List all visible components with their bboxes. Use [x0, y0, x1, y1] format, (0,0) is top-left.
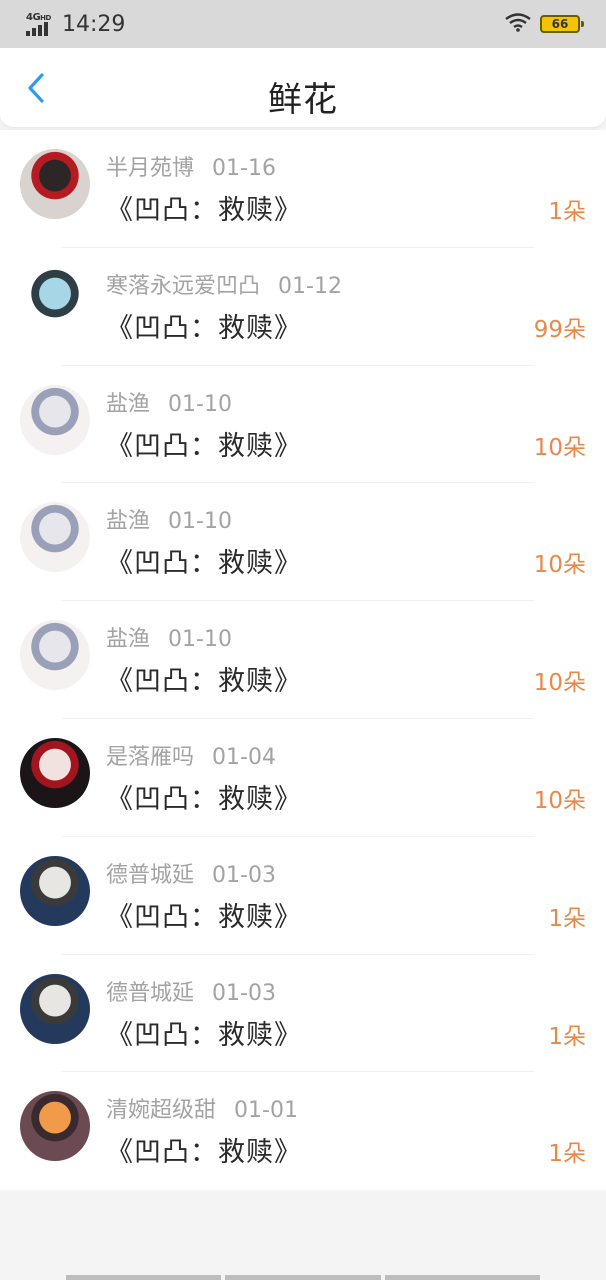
avatar[interactable] [20, 1091, 90, 1162]
item-meta: 盐渔 01-10 [106, 621, 232, 653]
flower-count: 1朵 [548, 199, 586, 225]
book-title[interactable]: 《凹凸：救赎》 [106, 188, 302, 227]
list-item[interactable]: 德普城延 01-03 《凹凸：救赎》 1朵 [0, 837, 606, 955]
book-title[interactable]: 《凹凸：救赎》 [106, 1130, 302, 1169]
avatar[interactable] [20, 149, 90, 219]
item-date: 01-10 [168, 391, 232, 417]
item-date: 01-04 [212, 744, 276, 770]
book-title[interactable]: 《凹凸：救赎》 [106, 306, 302, 345]
user-name[interactable]: 盐渔 [106, 621, 150, 653]
flower-count: 1朵 [548, 905, 586, 932]
flower-count: 10朵 [533, 434, 586, 461]
item-date: 01-01 [234, 1098, 298, 1124]
status-bar: 4GHD 14:29 66 [0, 0, 606, 48]
user-name[interactable]: 德普城延 [106, 975, 194, 1007]
signal-icon: 4GHD [26, 12, 54, 36]
avatar[interactable] [20, 384, 90, 455]
flower-count: 99朵 [533, 316, 586, 343]
item-meta: 清婉超级甜 01-01 [106, 1092, 298, 1124]
page-title: 鲜花 [268, 80, 338, 120]
item-meta: 德普城延 01-03 [106, 857, 276, 889]
book-title[interactable]: 《凹凸：救赎》 [106, 895, 302, 934]
avatar[interactable] [20, 737, 90, 808]
flower-count: 10朵 [533, 787, 586, 814]
user-name[interactable]: 德普城延 [106, 857, 194, 889]
user-name[interactable]: 盐渔 [106, 386, 150, 418]
flower-count: 10朵 [533, 552, 586, 579]
flower-record-list: 半月苑博 01-16 《凹凸：救赎》 1朵 寒落永远爱凹凸 01-12 《凹凸：救赎… [0, 130, 606, 1191]
list-item[interactable]: 是落雁吗 01-04 《凹凸：救赎》 10朵 [0, 719, 606, 837]
user-name[interactable]: 寒落永远爱凹凸 [106, 268, 260, 300]
avatar[interactable] [20, 620, 90, 691]
flower-count: 1朵 [548, 1023, 586, 1050]
item-date: 01-03 [212, 862, 276, 888]
status-time: 14:29 [62, 11, 126, 37]
item-date: 01-16 [212, 156, 276, 181]
item-meta: 德普城延 01-03 [106, 975, 276, 1007]
book-title[interactable]: 《凹凸：救赎》 [106, 777, 302, 816]
list-item[interactable]: 盐渔 01-10 《凹凸：救赎》 10朵 [0, 601, 606, 719]
list-item[interactable]: 半月苑博 01-16 《凹凸：救赎》 1朵 [0, 130, 606, 248]
status-left: 4GHD 14:29 [26, 12, 125, 37]
book-title[interactable]: 《凹凸：救赎》 [106, 424, 302, 463]
flower-count: 10朵 [533, 670, 586, 697]
book-title[interactable]: 《凹凸：救赎》 [106, 659, 302, 698]
avatar[interactable] [20, 855, 90, 926]
item-date: 01-10 [168, 627, 232, 653]
list-item[interactable]: 盐渔 01-10 《凹凸：救赎》 10朵 [0, 366, 606, 484]
avatar[interactable] [20, 502, 90, 573]
item-meta: 是落雁吗 01-04 [106, 739, 276, 771]
avatar[interactable] [20, 973, 90, 1044]
item-meta: 半月苑博 01-16 [106, 150, 276, 182]
item-date: 01-10 [168, 509, 232, 535]
status-right: 66 [504, 12, 584, 36]
list-item[interactable]: 寒落永远爱凹凸 01-12 《凹凸：救赎》 99朵 [0, 248, 606, 366]
avatar[interactable] [20, 266, 90, 337]
item-meta: 寒落永远爱凹凸 01-12 [106, 268, 342, 300]
list-item[interactable]: 德普城延 01-03 《凹凸：救赎》 1朵 [0, 955, 606, 1073]
item-date: 01-03 [212, 980, 276, 1006]
item-meta: 盐渔 01-10 [106, 503, 232, 535]
list-item[interactable]: 盐渔 01-10 《凹凸：救赎》 10朵 [0, 483, 606, 602]
flower-count: 1朵 [548, 1141, 586, 1168]
list-item[interactable]: 清婉超级甜 01-01 《凹凸：救赎》 1朵 [0, 1072, 606, 1190]
book-title[interactable]: 《凹凸：救赎》 [106, 1013, 302, 1052]
user-name[interactable]: 盐渔 [106, 503, 150, 535]
nav-bar: 鲜花 [0, 48, 606, 128]
book-title[interactable]: 《凹凸：救赎》 [106, 541, 302, 580]
item-meta: 盐渔 01-10 [106, 386, 232, 418]
user-name[interactable]: 是落雁吗 [106, 739, 194, 771]
user-name[interactable]: 半月苑博 [106, 150, 194, 182]
user-name[interactable]: 清婉超级甜 [106, 1092, 216, 1124]
wifi-icon [504, 12, 532, 36]
scroll-hint [66, 1275, 540, 1280]
item-date: 01-12 [278, 273, 342, 299]
battery-icon: 66 [540, 15, 584, 33]
